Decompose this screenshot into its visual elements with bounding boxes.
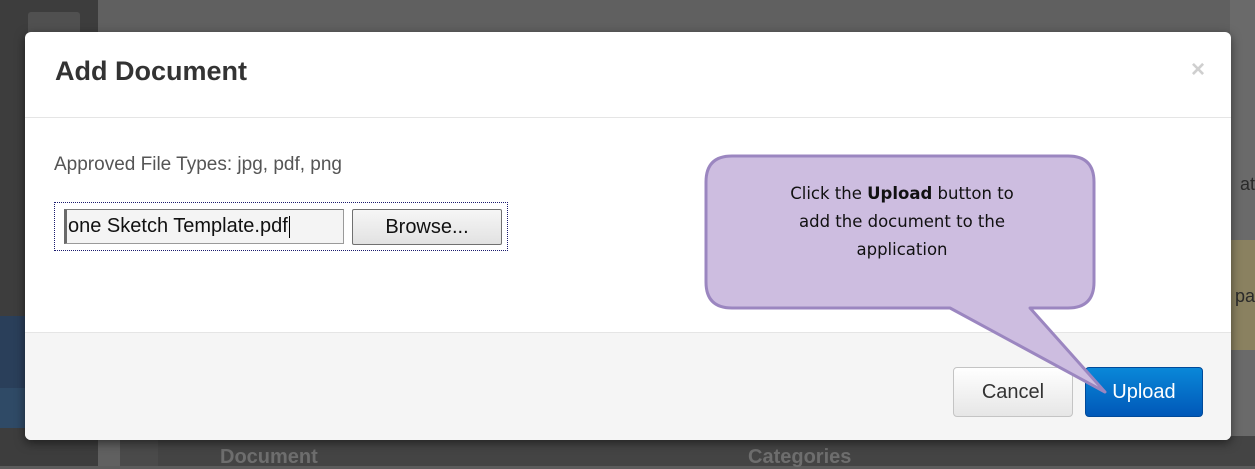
background-right-strip [1230, 0, 1255, 466]
approved-file-types-label: Approved File Types: jpg, pdf, png [54, 154, 342, 175]
close-icon[interactable]: × [1191, 58, 1205, 82]
browse-button[interactable]: Browse... [352, 209, 502, 245]
file-upload-control[interactable]: one Sketch Template.pdf Browse... [54, 202, 508, 251]
text-caret [288, 215, 290, 238]
background-cut-text-top: at [1239, 174, 1255, 194]
background-table-header: Document Categories [120, 436, 1255, 468]
file-path-value: one Sketch Template.pdf [68, 215, 288, 237]
dialog-title: Add Document [55, 56, 247, 86]
instruction-callout-text: Click the Upload button to add the docum… [722, 180, 1082, 264]
callout-prefix: Click the [790, 184, 868, 203]
dialog-header: Add Document × [25, 32, 1231, 118]
callout-line-1: Click the Upload button to [722, 180, 1082, 208]
file-path-field[interactable]: one Sketch Template.pdf [64, 209, 344, 244]
background-cut-text-bottom: pa [1234, 286, 1255, 306]
callout-suffix: button to [932, 184, 1014, 203]
callout-line-3: application [856, 240, 948, 259]
callout-line-2: add the document to the [798, 212, 1005, 231]
callout-emphasis: Upload [867, 184, 933, 203]
